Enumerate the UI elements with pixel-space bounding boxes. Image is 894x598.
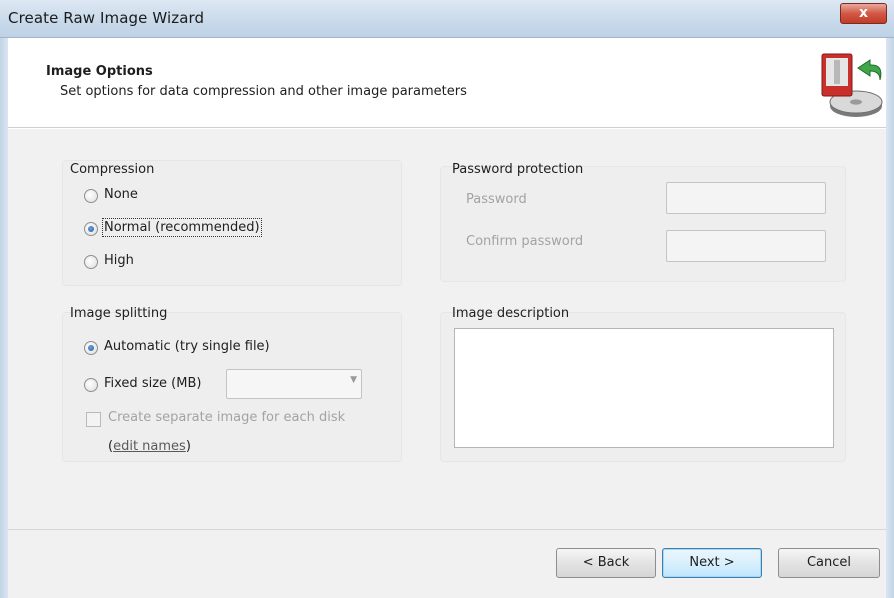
- window-right-border: [886, 38, 894, 598]
- password-label: Password: [466, 192, 527, 207]
- edit-names-close-paren: ): [185, 439, 191, 454]
- fixed-size-select[interactable]: ▼: [226, 369, 362, 399]
- cancel-button[interactable]: Cancel: [778, 548, 880, 578]
- edit-names-container: (edit names): [108, 439, 191, 454]
- compression-group-label: Compression: [70, 162, 155, 177]
- chevron-down-icon: ▼: [350, 375, 357, 385]
- back-button[interactable]: < Back: [556, 548, 656, 578]
- description-group-label: Image description: [452, 306, 570, 321]
- close-icon: x: [858, 5, 869, 21]
- image-description-textarea[interactable]: [454, 328, 834, 448]
- window-left-border: [0, 38, 8, 598]
- next-button[interactable]: Next >: [662, 548, 762, 578]
- separate-image-label[interactable]: Create separate image for each disk: [108, 410, 345, 425]
- separate-image-checkbox[interactable]: [86, 412, 101, 427]
- title-bar[interactable]: Create Raw Image Wizard x: [0, 0, 894, 38]
- password-group-label: Password protection: [452, 162, 584, 177]
- split-automatic-label[interactable]: Automatic (try single file): [104, 339, 270, 354]
- compression-none-radio[interactable]: [84, 189, 98, 203]
- splitting-group-label: Image splitting: [70, 306, 168, 321]
- compression-normal-label[interactable]: Normal (recommended): [102, 218, 262, 237]
- page-title: Image Options: [46, 64, 153, 79]
- wizard-window: Create Raw Image Wizard x Image Options …: [0, 0, 894, 598]
- window-title: Create Raw Image Wizard: [8, 9, 205, 27]
- split-fixed-radio[interactable]: [84, 378, 98, 392]
- confirm-password-field[interactable]: [666, 230, 826, 262]
- disk-image-icon: [821, 53, 883, 117]
- wizard-header: [8, 38, 886, 128]
- split-automatic-radio[interactable]: [84, 341, 98, 355]
- page-subtitle: Set options for data compression and oth…: [60, 84, 467, 99]
- edit-names-link[interactable]: edit names: [113, 439, 186, 454]
- compression-normal-radio[interactable]: [84, 222, 98, 236]
- compression-high-label[interactable]: High: [104, 253, 134, 268]
- close-button[interactable]: x: [840, 3, 887, 24]
- split-fixed-label[interactable]: Fixed size (MB): [104, 376, 201, 391]
- confirm-password-label: Confirm password: [466, 234, 584, 249]
- compression-none-label[interactable]: None: [104, 187, 138, 202]
- password-field[interactable]: [666, 182, 826, 214]
- compression-high-radio[interactable]: [84, 255, 98, 269]
